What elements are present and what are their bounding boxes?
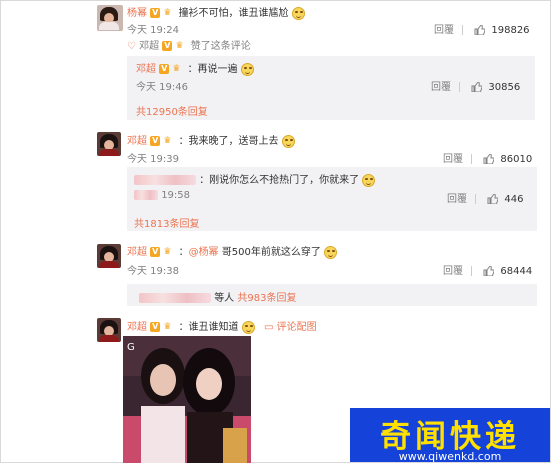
colon: ： <box>178 247 189 258</box>
photo-illustration: G <box>123 336 251 463</box>
verified-badge: V <box>150 136 161 146</box>
smirk-emoji-icon <box>240 62 254 76</box>
comment-actions-1: 回覆 198826 <box>434 21 530 36</box>
reply-button[interactable]: 回覆 <box>434 25 454 36</box>
reply-time: 19:58 <box>161 190 191 201</box>
crown-icon: ♛ <box>163 8 172 18</box>
comment-actions-3: 回覆 68444 <box>443 262 532 277</box>
pic-comment-link[interactable]: 评论配图 <box>277 322 317 333</box>
comment-text: ：我来晚了，送哥上去 <box>178 136 279 147</box>
blurred-date <box>134 190 158 200</box>
reply-button[interactable]: 回覆 <box>443 266 463 277</box>
like-count: 446 <box>504 194 524 205</box>
crown-icon: ♛ <box>163 136 172 146</box>
reply-button[interactable]: 回覆 <box>431 82 451 93</box>
comment-photo[interactable]: G <box>123 336 251 463</box>
avatar[interactable] <box>97 5 123 31</box>
sub-reply-actions: 回覆 446 <box>447 190 523 205</box>
sub-reply-header: ：刚说你怎么不抢热门了，你就来了 <box>134 171 376 187</box>
liked-by-row: ♡ 邓超 V ♛ 赞了这条评论 <box>127 37 251 52</box>
verified-badge: V <box>162 41 173 51</box>
view-all-replies-link[interactable]: 共1813条回复 <box>134 215 199 230</box>
reply-time: 今天 19:46 <box>136 82 188 93</box>
comment-text: 哥500年前就这么穿了 <box>221 247 321 258</box>
blurred-usernames <box>139 293 211 303</box>
comment-header-3: 邓超 V ♛ ：@杨幂 哥500年前就这么穿了 <box>127 243 338 259</box>
svg-text:G: G <box>127 342 135 353</box>
user-name[interactable]: 邓超 <box>136 64 156 75</box>
comment-text: 撞衫不可怕，谁丑谁尴尬 <box>178 8 289 19</box>
user-name[interactable]: 邓超 <box>127 322 147 333</box>
avatar[interactable] <box>97 244 121 268</box>
heart-icon: ♡ <box>127 41 136 52</box>
comment-header-4: 邓超 V ♛ ：谁丑谁知道 ▭ 评论配图 <box>127 318 317 334</box>
liked-by-user[interactable]: 邓超 <box>139 41 159 52</box>
smirk-emoji-icon <box>291 6 305 20</box>
blurred-username <box>134 175 196 185</box>
comment-actions-2: 回覆 86010 <box>443 150 532 165</box>
watermark-banner: 奇闻快递 www.qiwenkd.com <box>350 408 550 463</box>
verified-badge: V <box>159 64 170 74</box>
like-count: 30856 <box>488 82 521 93</box>
verified-badge: V <box>150 247 161 257</box>
avatar[interactable] <box>97 318 121 342</box>
smirk-emoji-icon <box>281 134 295 148</box>
mention-link[interactable]: @杨幂 <box>189 247 219 258</box>
user-name[interactable]: 杨幂 <box>127 8 147 19</box>
reply-text: ：再说一遍 <box>187 64 238 75</box>
comment-header-1: 杨幂 V ♛ 撞衫不可怕，谁丑谁尴尬 <box>127 4 305 20</box>
comment-header-2: 邓超 V ♛ ：我来晚了，送哥上去 <box>127 132 295 148</box>
reply-time-row: 19:58 <box>134 190 190 201</box>
thumb-up-icon[interactable] <box>471 82 483 92</box>
sub-reply-header: 邓超 V ♛ ：再说一遍 <box>136 60 254 76</box>
like-count: 198826 <box>491 25 530 36</box>
sub-reply-actions: 回覆 30856 <box>431 78 520 93</box>
reply-text: ：刚说你怎么不抢热门了，你就来了 <box>199 175 360 186</box>
thumb-up-icon[interactable] <box>487 194 499 204</box>
user-name[interactable]: 邓超 <box>127 247 147 258</box>
reply-button[interactable]: 回覆 <box>443 154 463 165</box>
reply-button[interactable]: 回覆 <box>447 194 467 205</box>
like-count: 86010 <box>500 154 533 165</box>
comment-panel: 杨幂 V ♛ 撞衫不可怕，谁丑谁尴尬 今天 19:24 回覆 198826 ♡ … <box>0 0 551 463</box>
crown-icon: ♛ <box>163 247 172 257</box>
thumb-up-icon[interactable] <box>483 266 495 276</box>
smirk-emoji-icon <box>324 245 338 259</box>
more-prefix: 等人 <box>214 293 235 304</box>
comment-text: ：谁丑谁知道 <box>178 322 239 333</box>
thumb-up-icon[interactable] <box>483 154 495 164</box>
smirk-emoji-icon <box>241 320 255 334</box>
verified-badge: V <box>150 322 161 332</box>
crown-icon: ♛ <box>175 41 184 51</box>
avatar[interactable] <box>97 132 121 156</box>
comment-time: 今天 19:24 <box>127 25 179 36</box>
crown-icon: ♛ <box>172 64 181 74</box>
view-all-replies-link[interactable]: 共983条回复 <box>237 293 296 304</box>
comment-time: 今天 19:38 <box>127 266 179 277</box>
smirk-emoji-icon <box>362 173 376 187</box>
verified-badge: V <box>150 8 161 18</box>
comment-time: 今天 19:39 <box>127 154 179 165</box>
crown-icon: ♛ <box>163 322 172 332</box>
comment-icon: ▭ <box>263 322 274 333</box>
user-name[interactable]: 邓超 <box>127 136 147 147</box>
like-count: 68444 <box>500 266 533 277</box>
view-all-replies-link[interactable]: 共12950条回复 <box>136 103 208 118</box>
thumb-up-icon[interactable] <box>474 25 486 35</box>
watermark-url: www.qiwenkd.com <box>398 450 502 463</box>
more-replies-row: 等人 共983条回复 <box>139 289 296 304</box>
liked-by-text: 赞了这条评论 <box>190 41 251 52</box>
